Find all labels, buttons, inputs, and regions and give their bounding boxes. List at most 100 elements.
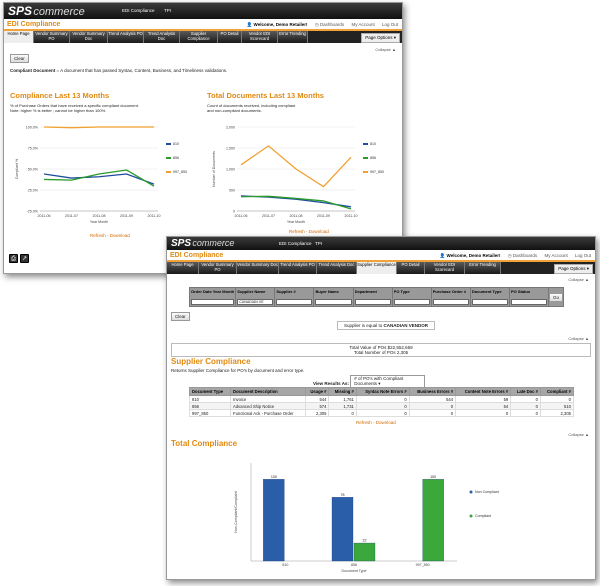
download-link[interactable]: Download xyxy=(376,420,396,425)
tab-trend-analysis-po[interactable]: Trend Analysis PO xyxy=(279,262,317,274)
tab-vendor-summary-doc[interactable]: Vendor Summary Doc xyxy=(237,262,279,274)
table-cell: 997_850 xyxy=(188,409,232,417)
tab-vendor-summary-po[interactable]: Vendor Summary PO xyxy=(34,31,70,43)
refresh-link[interactable]: Refresh xyxy=(90,233,106,238)
tab-vendor-summary-doc[interactable]: Vendor Summary Doc xyxy=(70,31,108,43)
print-icon[interactable]: ⎙ xyxy=(9,254,18,263)
tab-trend-analysis-po[interactable]: Trend Analysis PO xyxy=(108,31,144,43)
page-options-button[interactable]: Page Options ▾ xyxy=(554,264,593,274)
filter-input[interactable] xyxy=(354,299,391,305)
tab-home-page[interactable]: Home Page xyxy=(4,31,34,43)
table-cell: 856 xyxy=(188,402,232,410)
tab-trend-analysis-doc[interactable]: Trend Analysis Doc xyxy=(144,31,180,43)
filter-label: Department xyxy=(354,289,377,294)
download-link[interactable]: Download xyxy=(309,229,329,234)
clear-button[interactable]: Clear xyxy=(10,54,29,63)
tpi-link[interactable]: TPI xyxy=(315,241,322,246)
collapse-link[interactable]: Collapse ▲ xyxy=(568,432,589,437)
filter-input[interactable] xyxy=(432,299,469,305)
table-header-cell[interactable]: Syntax Note Errors # xyxy=(355,387,410,396)
my-account-link[interactable]: My Account xyxy=(544,253,567,258)
table-header-cell[interactable]: Late Doc # xyxy=(510,387,542,396)
tab-error-trending[interactable]: Error Trending xyxy=(278,31,308,43)
collapse-link[interactable]: Collapse ▲ xyxy=(375,47,396,52)
tab-home-page[interactable]: Home Page xyxy=(167,262,199,274)
table-cell: 1,761 xyxy=(328,395,357,403)
filter-input[interactable] xyxy=(510,299,548,305)
y-tick-label: 100.0% xyxy=(26,126,39,130)
series-line-810 xyxy=(240,195,352,208)
tab-po-detail[interactable]: PO Detail xyxy=(397,262,425,274)
logout-link[interactable]: Log Out xyxy=(575,253,591,258)
logout-link[interactable]: Log Out xyxy=(382,22,398,27)
my-account-link[interactable]: My Account xyxy=(351,22,374,27)
filter-input[interactable] xyxy=(191,299,235,305)
tab-po-detail[interactable]: PO Detail xyxy=(218,31,242,43)
table-header-cell[interactable]: Missing # xyxy=(328,387,357,396)
table-row: 810 Invoice 544 1,761 0 544 59 0 0 xyxy=(188,395,574,403)
tab-supplier-compliance[interactable]: Supplier Compliance xyxy=(357,262,397,274)
tab-trend-analysis-doc[interactable]: Trend Analysis Doc xyxy=(317,262,357,274)
tpi-link[interactable]: TPI xyxy=(164,8,171,13)
filter-input[interactable] xyxy=(315,299,352,305)
tab-vendor-summary-po[interactable]: Vendor Summary PO xyxy=(199,262,237,274)
table-header-cell[interactable]: Content Note Errors # xyxy=(455,387,512,396)
legend-swatch xyxy=(363,157,368,159)
refresh-link[interactable]: Refresh xyxy=(356,420,372,425)
collapse-link[interactable]: Collapse ▲ xyxy=(568,277,589,282)
table-header-cell[interactable]: Business Errors # xyxy=(408,387,457,396)
table-cell: 59 xyxy=(455,395,512,403)
series-line-856 xyxy=(240,195,352,210)
go-button[interactable]: Go xyxy=(549,292,564,302)
edi-compliance-link[interactable]: EDI Compliance xyxy=(122,8,155,13)
app-title: EDI Compliance xyxy=(170,252,224,259)
y-tick-label: -25.0% xyxy=(27,210,39,214)
table-cell: 0 xyxy=(510,395,542,403)
page-options-button[interactable]: Page Options ▾ xyxy=(361,33,400,43)
edi-compliance-link[interactable]: EDI Compliance xyxy=(279,241,312,246)
table-header-cell[interactable]: Document Description xyxy=(230,387,306,396)
filter-input[interactable] xyxy=(393,299,430,305)
y-tick-label: 2,000 xyxy=(226,126,235,130)
dashboards-link[interactable]: ◷ Dashboards xyxy=(315,22,344,27)
filter-input[interactable] xyxy=(471,299,508,305)
refresh-link[interactable]: Refresh xyxy=(289,229,305,234)
y-axis-label: Non-Compliant/Compliant xyxy=(234,491,238,532)
top-bar: SPS commerce EDI Compliance TPI xyxy=(167,237,595,250)
legend-label: 856 xyxy=(173,156,179,160)
tab-vendor-edi-scorecard[interactable]: Vendor EDI Scorecard xyxy=(425,262,465,274)
tab-error-trending[interactable]: Error Trending xyxy=(465,262,501,274)
legend-swatch xyxy=(363,143,368,145)
table-cell: Functional Ack - Purchase Order xyxy=(230,409,306,417)
top-bar: SPS commerce EDI Compliance TPI xyxy=(4,3,402,19)
filter-column: PO Status xyxy=(510,288,550,306)
table-cell: Invoice xyxy=(230,395,306,403)
tab-vendor-edi-scorecard[interactable]: Vendor EDI Scorecard xyxy=(242,31,278,43)
filter-column: Order Date Year Month xyxy=(190,288,237,306)
table-header-cell[interactable]: Compliant # xyxy=(540,387,574,396)
y-tick-label: 0 xyxy=(233,210,235,214)
filter-label: Supplier Name xyxy=(237,289,266,294)
y-axis-label: Number of Documents xyxy=(212,151,216,187)
legend-label: 856 xyxy=(370,156,376,160)
table-cell: 2,305 xyxy=(304,409,330,417)
table-header-cell[interactable]: Usage # xyxy=(304,387,330,396)
x-axis-label: Year Month xyxy=(90,220,108,224)
filter-input[interactable] xyxy=(276,299,313,305)
filter-bar: Order Date Year Month Supplier Name CANADI… xyxy=(189,287,564,307)
filter-input[interactable]: CANADIAN VE xyxy=(237,299,274,305)
table-row: 997_850 Functional Ack - Purchase Order 2,… xyxy=(188,409,574,417)
tab-supplier-compliance[interactable]: Supplier Compliance xyxy=(180,31,218,43)
download-link[interactable]: Download xyxy=(110,233,130,238)
right-chart-actions: Refresh - Download xyxy=(289,229,329,234)
dashboards-link[interactable]: ◷ Dashboards xyxy=(508,253,537,258)
x-tick-label: 810 xyxy=(282,563,288,567)
home-page-window: SPS commerce EDI Compliance TPI EDI Comp… xyxy=(3,2,403,274)
compliance-title: Compliance Last 13 Months xyxy=(10,91,110,100)
collapse-link[interactable]: Collapse ▲ xyxy=(568,336,589,341)
x-tick-label: 2011-09 xyxy=(317,214,330,218)
y-tick-label: 500 xyxy=(229,189,235,193)
export-icon[interactable]: ↗ xyxy=(20,254,29,263)
table-header-cell[interactable]: Document Type xyxy=(188,387,232,396)
clear-button[interactable]: Clear xyxy=(171,312,190,321)
